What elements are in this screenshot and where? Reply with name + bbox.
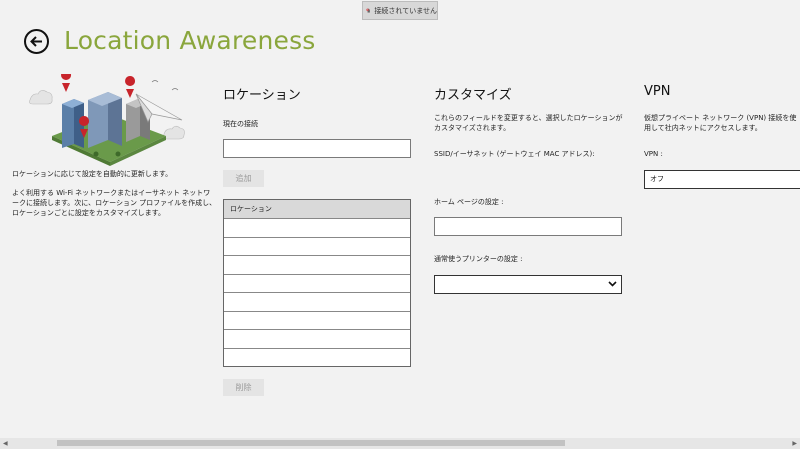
customize-description: これらのフィールドを変更すると、選択したロケーションがカスタマイズされます。 [434, 114, 623, 132]
list-item[interactable] [224, 219, 410, 238]
list-item[interactable] [224, 330, 410, 349]
scroll-left-icon[interactable]: ◀ [3, 440, 8, 447]
current-connection-field[interactable] [223, 139, 411, 158]
page-title: Location Awareness [64, 26, 316, 55]
printer-label: 通常使うプリンターの設定 : [434, 255, 523, 263]
vpn-select[interactable]: オフ [644, 170, 800, 189]
list-item[interactable] [224, 275, 410, 293]
network-status-tooltip: 接続されていません [362, 1, 438, 20]
current-connection-label: 現在の接続 [223, 120, 258, 128]
intro-text-1: ロケーションに応じて設定を自動的に更新します。 [12, 170, 173, 178]
scrollbar-thumb[interactable] [57, 440, 565, 446]
delete-button[interactable]: 削除 [223, 379, 264, 396]
vpn-heading: VPN [644, 84, 671, 99]
location-city-illustration-icon [29, 74, 185, 166]
chevron-down-icon [608, 281, 617, 287]
vpn-description: 仮想プライベート ネットワーク (VPN) 接続を使用して社内ネットにアクセスし… [644, 114, 797, 132]
add-button[interactable]: 追加 [223, 170, 264, 187]
list-item[interactable] [224, 238, 410, 256]
back-button[interactable] [24, 29, 49, 54]
printer-select[interactable] [434, 275, 622, 294]
list-item[interactable] [224, 256, 410, 275]
scroll-right-icon[interactable]: ▶ [792, 440, 797, 447]
homepage-label: ホーム ページの設定 : [434, 198, 504, 206]
intro-text-2: よく利用する Wi-Fi ネットワークまたはイーサネット ネットワークに接続しま… [12, 189, 217, 217]
customize-heading: カスタマイズ [434, 88, 512, 103]
network-status-text: 接続されていません [374, 6, 437, 15]
list-item[interactable] [224, 349, 410, 368]
location-list-header: ロケーション [224, 200, 410, 219]
homepage-field[interactable] [434, 217, 622, 236]
location-heading: ロケーション [223, 88, 301, 103]
list-item[interactable] [224, 293, 410, 312]
back-arrow-icon [30, 36, 42, 47]
horizontal-scrollbar[interactable]: ◀ ▶ [0, 438, 800, 449]
ssid-label: SSID/イーサネット (ゲートウェイ MAC アドレス): [434, 150, 595, 158]
no-network-icon [366, 8, 370, 13]
vpn-label: VPN : [644, 150, 663, 158]
location-list: ロケーション [223, 199, 411, 367]
list-item[interactable] [224, 312, 410, 330]
